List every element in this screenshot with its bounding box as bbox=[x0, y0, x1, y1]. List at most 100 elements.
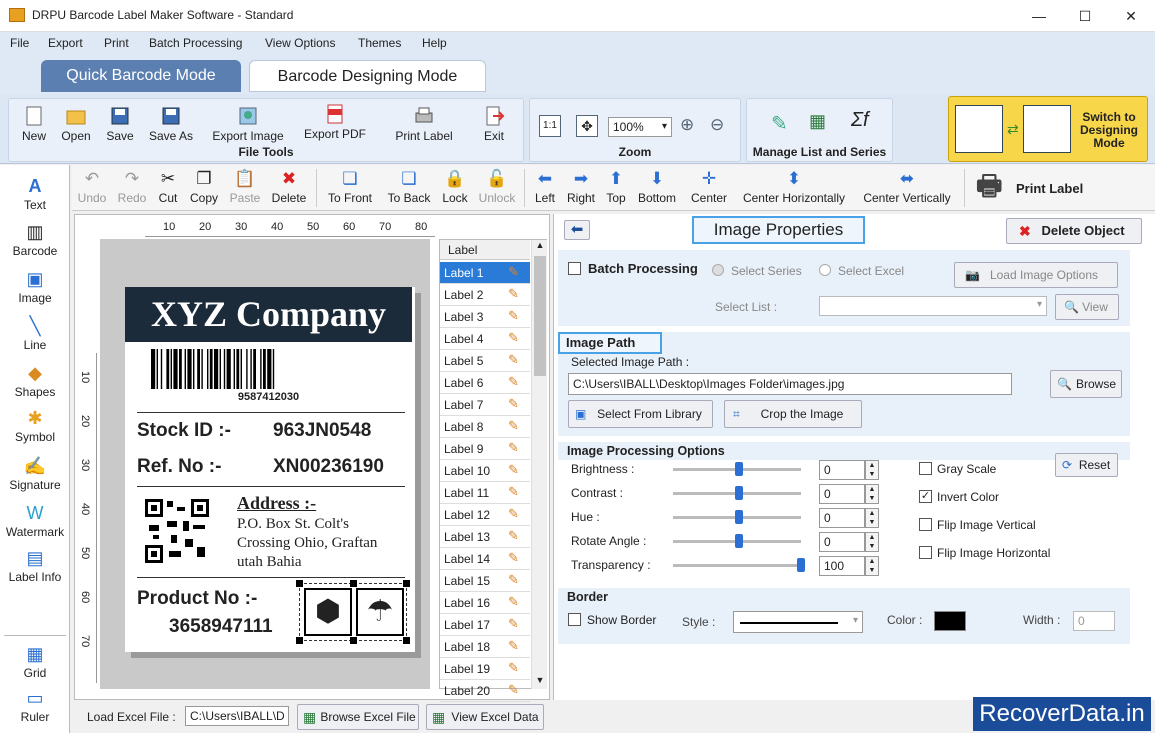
edit-pencil-icon[interactable]: ✎ bbox=[508, 485, 526, 499]
label-list-item[interactable]: Label 7 ✎ bbox=[440, 394, 530, 416]
tab-barcode-designing-mode[interactable]: Barcode Designing Mode bbox=[249, 60, 486, 92]
resize-handle[interactable] bbox=[296, 580, 303, 587]
edit-pencil-icon[interactable]: ✎ bbox=[508, 463, 526, 477]
label-list-item[interactable]: Label 8 ✎ bbox=[440, 416, 530, 438]
zoom-in-icon[interactable]: ⊕ bbox=[680, 115, 694, 135]
address-title[interactable]: Address :- bbox=[237, 493, 316, 514]
minimize-button[interactable]: — bbox=[1016, 0, 1062, 32]
align-top-button[interactable]: ⬆ Top bbox=[602, 169, 630, 205]
select-series-radio[interactable] bbox=[712, 264, 724, 276]
edit-pencil-icon[interactable]: ✎ bbox=[508, 507, 526, 521]
label-list-item[interactable]: Label 16 ✎ bbox=[440, 592, 530, 614]
print-label-button[interactable]: 🖶 Print Label bbox=[972, 169, 1100, 207]
new-button[interactable]: New bbox=[19, 105, 49, 143]
view-button[interactable]: 🔍 View bbox=[1055, 294, 1119, 320]
product-no-value[interactable]: 3658947111 bbox=[169, 616, 273, 638]
center-button[interactable]: ✛ Center bbox=[684, 169, 734, 205]
tool-image[interactable]: ▣ Image bbox=[2, 268, 68, 305]
resize-handle[interactable] bbox=[350, 637, 357, 644]
tool-line[interactable]: ╲ Line bbox=[2, 315, 68, 352]
scroll-down-icon[interactable]: ▼ bbox=[532, 675, 548, 689]
zoom-select[interactable]: 100% ▾ bbox=[608, 117, 672, 137]
spin-arrows-icon[interactable]: ▲ ▼ bbox=[865, 484, 879, 504]
label-list-item[interactable]: Label 9 ✎ bbox=[440, 438, 530, 460]
scrollbar-thumb[interactable] bbox=[534, 256, 546, 376]
resize-handle[interactable] bbox=[403, 580, 410, 587]
manage-list-icon[interactable]: ✎ bbox=[771, 111, 788, 136]
label-list-item[interactable]: Label 5 ✎ bbox=[440, 350, 530, 372]
edit-pencil-icon[interactable]: ✎ bbox=[508, 441, 526, 455]
maximize-button[interactable]: ☐ bbox=[1062, 0, 1108, 32]
tool-grid[interactable]: ▦ Grid bbox=[2, 643, 68, 680]
slider-value-stepper[interactable]: 0 bbox=[819, 484, 865, 504]
reset-button[interactable]: ⟳ Reset bbox=[1055, 453, 1118, 477]
fit-screen-icon[interactable]: ✥ bbox=[576, 115, 598, 137]
tool-signature[interactable]: ✍ Signature bbox=[2, 455, 68, 492]
cut-button[interactable]: ✂ Cut bbox=[156, 169, 180, 205]
edit-pencil-icon[interactable]: ✎ bbox=[508, 551, 526, 565]
back-arrow-button[interactable]: ⬅ bbox=[564, 220, 590, 240]
label-list-item[interactable]: Label 11 ✎ bbox=[440, 482, 530, 504]
border-color-swatch[interactable] bbox=[934, 611, 966, 631]
excel-path-field[interactable]: C:\Users\IBALL\D bbox=[185, 706, 289, 726]
undo-button[interactable]: ↶ Undo bbox=[76, 169, 108, 205]
spin-arrows-icon[interactable]: ▲ ▼ bbox=[865, 460, 879, 480]
menu-batch-processing[interactable]: Batch Processing bbox=[149, 36, 242, 50]
select-list-dropdown[interactable]: ▾ bbox=[819, 296, 1047, 316]
slider-value-stepper[interactable]: 0 bbox=[819, 508, 865, 528]
label-list-item[interactable]: Label 2 ✎ bbox=[440, 284, 530, 306]
tab-quick-barcode-mode[interactable]: Quick Barcode Mode bbox=[41, 60, 241, 92]
stock-id-value[interactable]: 963JN0548 bbox=[273, 420, 371, 442]
label-list-item[interactable]: Label 15 ✎ bbox=[440, 570, 530, 592]
resize-handle[interactable] bbox=[296, 637, 303, 644]
save-as-button[interactable]: Save As bbox=[145, 105, 197, 143]
label-list-item[interactable]: Label 19 ✎ bbox=[440, 658, 530, 680]
label-list-item[interactable]: Label 20 ✎ bbox=[440, 680, 530, 702]
menu-print[interactable]: Print bbox=[104, 36, 129, 50]
tool-watermark[interactable]: W Watermark bbox=[2, 502, 68, 539]
edit-pencil-icon[interactable]: ✎ bbox=[508, 617, 526, 631]
slider-value-stepper[interactable]: 100 bbox=[819, 556, 865, 576]
copy-button[interactable]: ❐ Copy bbox=[186, 169, 222, 205]
label-list-item[interactable]: Label 12 ✎ bbox=[440, 504, 530, 526]
edit-pencil-icon[interactable]: ✎ bbox=[508, 661, 526, 675]
zoom-out-icon[interactable]: ⊖ bbox=[710, 115, 724, 135]
crop-image-button[interactable]: ⌗ Crop the Image bbox=[724, 400, 862, 428]
menu-themes[interactable]: Themes bbox=[358, 36, 401, 50]
edit-pencil-icon[interactable]: ✎ bbox=[508, 287, 526, 301]
menu-view-options[interactable]: View Options bbox=[265, 36, 335, 50]
ref-no-label[interactable]: Ref. No :- bbox=[137, 456, 221, 478]
edit-pencil-icon[interactable]: ✎ bbox=[508, 331, 526, 345]
scroll-up-icon[interactable]: ▲ bbox=[532, 240, 548, 254]
spin-arrows-icon[interactable]: ▲ ▼ bbox=[865, 556, 879, 576]
gray-scale-checkbox[interactable] bbox=[919, 462, 932, 475]
tool-shapes[interactable]: ◆ Shapes bbox=[2, 362, 68, 399]
edit-pencil-icon[interactable]: ✎ bbox=[508, 639, 526, 653]
resize-handle[interactable] bbox=[403, 637, 410, 644]
edit-pencil-icon[interactable]: ✎ bbox=[508, 683, 526, 697]
slider-thumb[interactable] bbox=[797, 558, 805, 572]
unlock-button[interactable]: 🔓 Unlock bbox=[476, 169, 518, 205]
label-list-item[interactable]: Label 4 ✎ bbox=[440, 328, 530, 350]
label-list-item[interactable]: Label 1 ✎ bbox=[440, 262, 530, 284]
align-right-button[interactable]: ➡ Right bbox=[564, 169, 598, 205]
stock-id-label[interactable]: Stock ID :- bbox=[137, 420, 231, 442]
company-name[interactable]: XYZ Company bbox=[125, 287, 412, 342]
label-list-item[interactable]: Label 18 ✎ bbox=[440, 636, 530, 658]
invert-color-checkbox[interactable]: ✓ bbox=[919, 490, 932, 503]
center-horizontally-button[interactable]: ⬍ Center Horizontally bbox=[738, 169, 850, 205]
address-block[interactable]: P.O. Box St. Colt's Crossing Ohio, Graft… bbox=[237, 515, 377, 572]
tool-barcode[interactable]: ▥ Barcode bbox=[2, 221, 68, 258]
actual-size-icon[interactable]: 1:1 bbox=[539, 115, 561, 137]
slider-track[interactable] bbox=[673, 564, 801, 567]
lock-button[interactable]: 🔒 Lock bbox=[440, 169, 470, 205]
slider-thumb[interactable] bbox=[735, 462, 743, 476]
switch-designing-mode-button[interactable]: ⇄ Switch to Designing Mode bbox=[948, 96, 1148, 162]
open-button[interactable]: Open bbox=[59, 105, 93, 143]
edit-pencil-icon[interactable]: ✎ bbox=[508, 573, 526, 587]
qr-code-image[interactable] bbox=[145, 499, 209, 563]
border-style-dropdown[interactable]: ▾ bbox=[733, 611, 863, 633]
ref-no-value[interactable]: XN00236190 bbox=[273, 456, 384, 478]
edit-pencil-icon[interactable]: ✎ bbox=[508, 419, 526, 433]
exit-button[interactable]: Exit bbox=[479, 105, 509, 143]
